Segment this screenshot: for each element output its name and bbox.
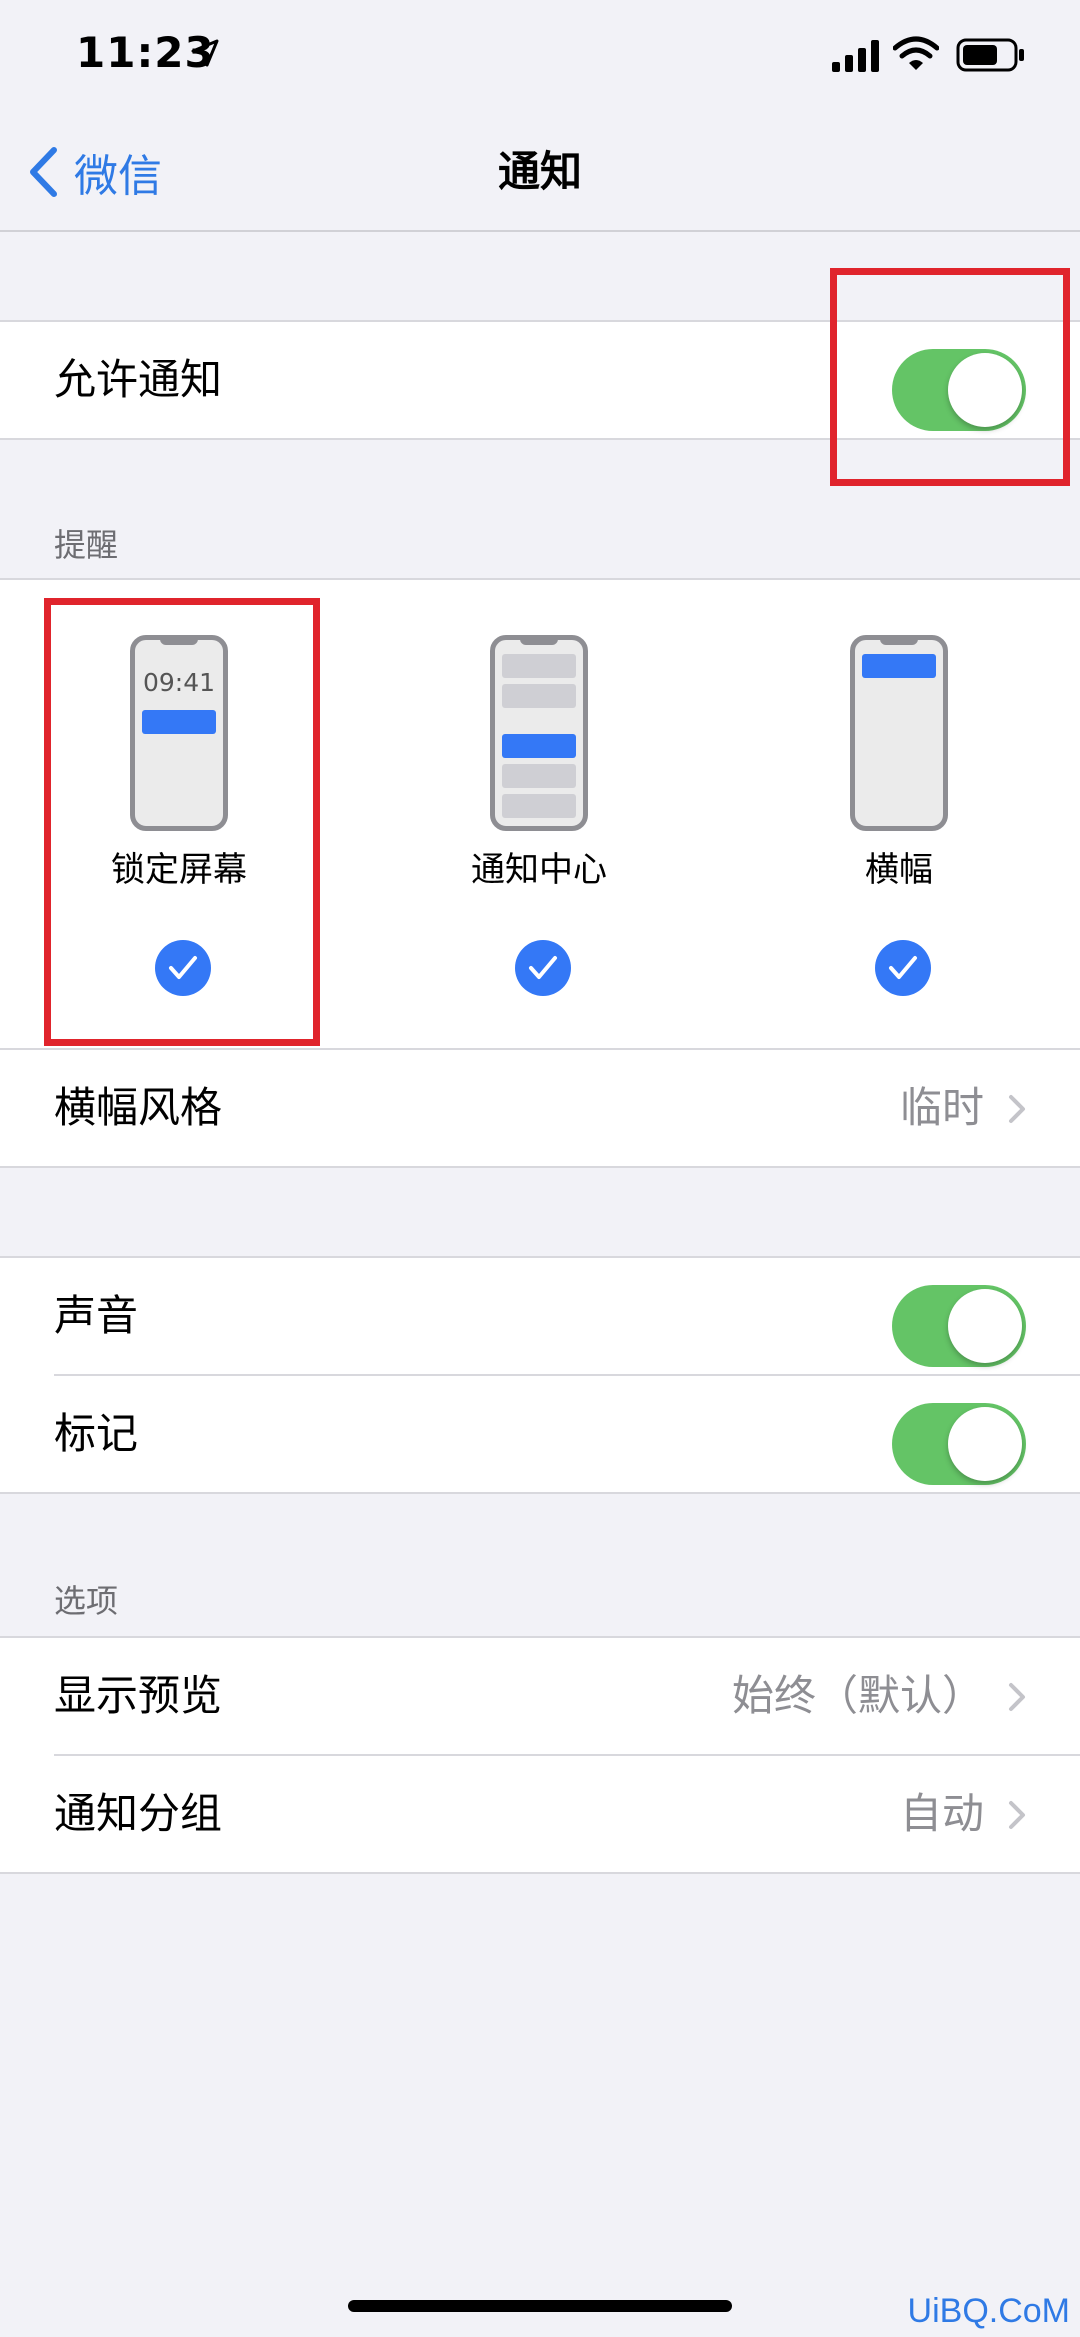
chevron-right-icon [1009, 1095, 1025, 1123]
banner-checkmark-icon[interactable] [875, 940, 931, 996]
chevron-right-icon [1009, 1801, 1025, 1829]
alerts-section-header: 提醒 [54, 526, 119, 564]
home-indicator[interactable] [348, 2300, 732, 2312]
location-icon [191, 39, 219, 67]
sound-label: 声音 [54, 1291, 139, 1340]
badges-label: 标记 [54, 1409, 139, 1458]
options-group: 显示预览 始终（默认） 通知分组 自动 [0, 1636, 1080, 1874]
allow-notifications-label: 允许通知 [54, 355, 223, 404]
banner-style-row[interactable]: 横幅风格 临时 [0, 1050, 1080, 1166]
notification-center-preview-icon [490, 635, 588, 831]
banner-preview-icon [850, 635, 948, 831]
banner-style-label: 横幅风格 [54, 1083, 223, 1132]
annotation-box-allow-toggle [830, 268, 1070, 486]
annotation-box-lock-screen [44, 598, 320, 1046]
banner-style-value: 临时 [899, 1083, 984, 1132]
badges-row: 标记 [0, 1376, 1080, 1492]
back-button[interactable]: 微信 [28, 140, 162, 204]
toggle-knob [948, 1289, 1022, 1363]
wifi-icon [893, 36, 939, 70]
notification-grouping-label: 通知分组 [54, 1789, 223, 1838]
cellular-signal-icon [832, 40, 879, 72]
notification-center-label: 通知中心 [471, 850, 607, 890]
sound-row: 声音 [0, 1258, 1080, 1374]
options-section-header: 选项 [54, 1582, 119, 1620]
banner-label: 横幅 [865, 850, 933, 890]
battery-icon [956, 38, 1024, 72]
show-previews-value: 始终（默认） [731, 1671, 984, 1720]
notification-grouping-row[interactable]: 通知分组 自动 [0, 1756, 1080, 1872]
sound-toggle[interactable] [892, 1285, 1026, 1367]
back-label: 微信 [74, 151, 162, 202]
status-bar: 11:23 [0, 0, 1080, 120]
show-previews-label: 显示预览 [54, 1671, 223, 1720]
watermark: UiBQ.CoM [907, 2292, 1070, 2330]
toggle-knob [948, 1407, 1022, 1481]
notification-grouping-value: 自动 [899, 1789, 984, 1838]
notification-center-checkmark-icon[interactable] [515, 940, 571, 996]
navigation-bar [0, 120, 1080, 232]
badges-toggle[interactable] [892, 1403, 1026, 1485]
show-previews-row[interactable]: 显示预览 始终（默认） [0, 1638, 1080, 1754]
chevron-right-icon [1009, 1683, 1025, 1711]
chevron-left-icon [30, 147, 57, 197]
sound-badges-group: 声音 标记 [0, 1256, 1080, 1494]
